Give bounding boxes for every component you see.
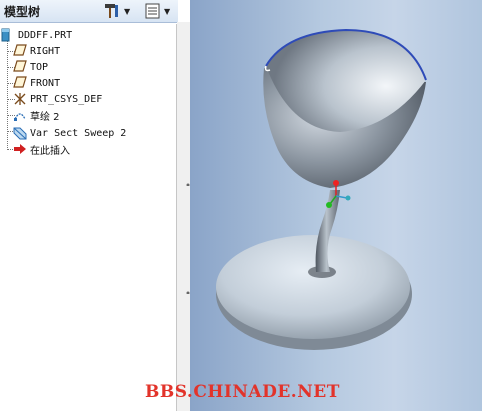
tree-item-top-plane[interactable]: TOP: [13, 59, 48, 75]
model-tree-header: 模型树 ▼ ▼: [0, 0, 178, 23]
tree-item-label: FRONT: [30, 77, 61, 89]
coordinate-system-icon: [13, 92, 27, 106]
tree-item-var-sect-sweep[interactable]: Var Sect Sweep 2: [13, 125, 126, 141]
tree-item-sketch[interactable]: 草绘 2: [13, 107, 60, 123]
watermark-text: BBS.CHINADE.NET: [145, 382, 340, 402]
hammer-settings-icon: [105, 4, 118, 18]
model-tree: DDDFF.PRT RIGHT TOP FRONT PRT_CSYS_DEF 草…: [0, 24, 177, 411]
datum-plane-icon: [13, 44, 27, 58]
chevron-down-icon: ▼: [164, 6, 171, 16]
goblet-model: [216, 28, 427, 350]
list-settings-icon: [145, 3, 160, 19]
tree-item-right-plane[interactable]: RIGHT: [13, 43, 60, 59]
tree-settings-dropdown[interactable]: ▼: [145, 2, 175, 20]
datum-plane-icon: [13, 60, 27, 74]
tree-item-label: Var Sect Sweep 2: [30, 127, 127, 139]
tree-item-front-plane[interactable]: FRONT: [13, 75, 60, 91]
sweep-feature-icon: [13, 126, 27, 140]
tree-item-label: DDDFF.PRT: [18, 29, 73, 41]
graphics-viewport[interactable]: [190, 0, 482, 411]
sketch-icon: [13, 108, 27, 122]
tree-tools-dropdown[interactable]: ▼: [103, 2, 133, 20]
tree-item-label: 草绘 2: [30, 111, 60, 123]
tree-item-csys[interactable]: PRT_CSYS_DEF: [13, 91, 102, 107]
tree-item-root-part[interactable]: DDDFF.PRT: [1, 27, 72, 43]
tree-item-insert-here[interactable]: 在此插入: [13, 141, 70, 157]
tree-item-label: PRT_CSYS_DEF: [30, 93, 103, 105]
model-tree-panel: 模型树 ▼ ▼ DDDFF.PRT RIGHT TOP FRONT PRT_CS…: [0, 0, 190, 411]
tree-item-label: RIGHT: [30, 45, 61, 57]
chevron-down-icon: ▼: [124, 6, 131, 16]
part-icon: [1, 28, 15, 42]
tree-guide-line: [7, 41, 8, 150]
tree-item-label: TOP: [30, 61, 49, 73]
goblet-base: [216, 235, 410, 339]
tree-item-label: 在此插入: [30, 145, 70, 157]
model-tree-title: 模型树: [4, 5, 41, 19]
datum-plane-icon: [13, 76, 27, 90]
panel-sash-strip[interactable]: [177, 22, 190, 411]
insert-here-arrow-icon: [13, 142, 27, 156]
